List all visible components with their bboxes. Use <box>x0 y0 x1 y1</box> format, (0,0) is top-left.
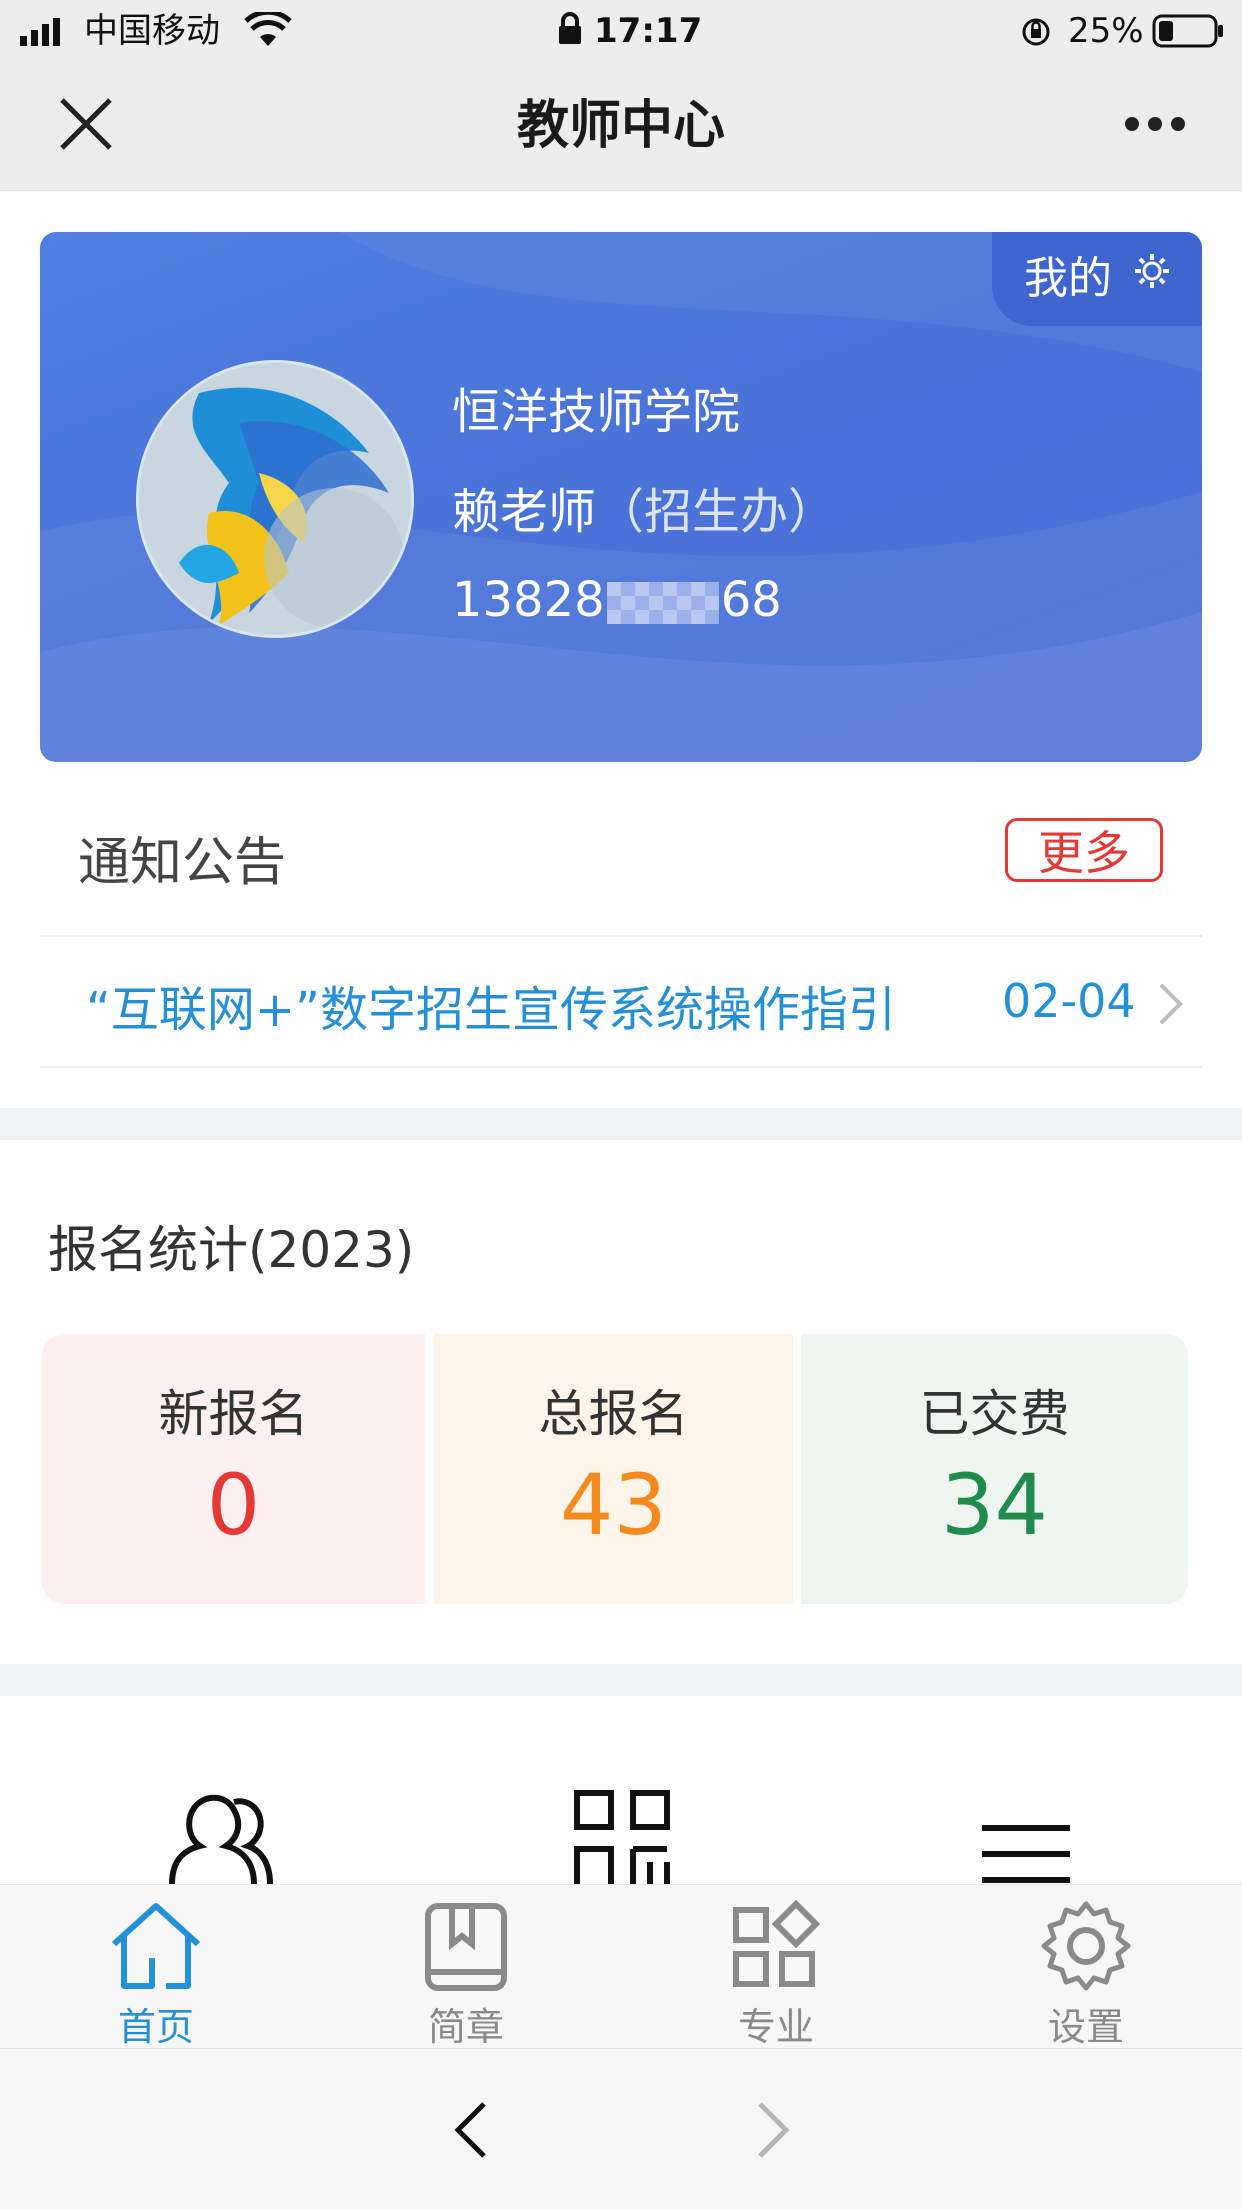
phone-prefix: 13828 <box>452 572 605 628</box>
tab-home[interactable]: 首页 <box>76 1900 236 2051</box>
tab-majors[interactable]: 专业 <box>696 1899 856 2051</box>
menu-list-icon[interactable] <box>980 1824 1072 1888</box>
rotation-lock-icon <box>1020 16 1052 52</box>
notice-section-title: 通知公告 <box>78 833 287 893</box>
stats-section-title: 报名统计(2023) <box>48 1221 415 1279</box>
avatar[interactable] <box>136 360 414 638</box>
battery-icon <box>1152 14 1224 52</box>
profile-card: 我的 恒洋技师学院 赖老师（招生办） 13828 68 <box>40 232 1202 762</box>
chevron-right-icon <box>1158 982 1184 1030</box>
home-icon <box>111 1903 201 1989</box>
section-gap <box>0 1664 1242 1696</box>
stat-label: 总报名 <box>538 1385 689 1443</box>
signal-icon <box>20 18 66 50</box>
users-icon[interactable] <box>164 1790 274 1894</box>
notice-item-date: 02-04 <box>1002 974 1136 1028</box>
tab-settings[interactable]: 设置 <box>1006 1900 1166 2051</box>
carrier-label: 中国移动 <box>84 11 220 51</box>
teacher-line: 赖老师（招生办） <box>452 472 836 542</box>
battery-percent: 25% <box>1068 11 1144 51</box>
stat-label: 新报名 <box>158 1385 309 1443</box>
settings-gear-icon <box>1041 1901 1131 1991</box>
phone-number: 13828 68 <box>452 572 782 628</box>
page-title: 教师中心 <box>516 96 725 156</box>
section-gap <box>0 1108 1242 1140</box>
stat-value: 0 <box>206 1456 261 1554</box>
mine-label: 我的 <box>1024 253 1112 304</box>
clock: 17:17 <box>594 11 703 51</box>
phone-suffix: 68 <box>720 572 782 628</box>
qr-code-icon[interactable] <box>574 1790 670 1894</box>
tab-label: 首页 <box>117 2005 194 2049</box>
tab-label: 专业 <box>737 2005 814 2049</box>
stat-box-paid[interactable]: 已交费 34 <box>801 1334 1188 1604</box>
stat-box-total[interactable]: 总报名 43 <box>434 1334 793 1604</box>
divider <box>40 1066 1202 1068</box>
gear-icon <box>1132 232 1172 324</box>
stat-value: 34 <box>941 1456 1048 1554</box>
more-options-icon[interactable] <box>1124 116 1186 136</box>
tab-label: 简章 <box>427 2005 504 2049</box>
phone-mask <box>606 582 719 624</box>
stat-label: 已交费 <box>919 1385 1070 1443</box>
notice-more-button[interactable]: 更多 <box>1005 818 1163 882</box>
stat-box-new[interactable]: 新报名 0 <box>42 1334 425 1604</box>
stat-value: 43 <box>560 1456 667 1554</box>
teacher-name: 赖老师 <box>452 484 597 540</box>
browser-toolbar <box>0 2048 1242 2209</box>
school-name: 恒洋技师学院 <box>452 384 741 440</box>
mine-button[interactable]: 我的 <box>992 232 1202 326</box>
wifi-icon <box>244 9 292 52</box>
apps-grid-icon <box>733 1899 821 1987</box>
notice-item-title[interactable]: “互联网+”数字招生宣传系统操作指引 <box>86 970 896 1040</box>
back-arrow-icon[interactable] <box>452 2100 488 2164</box>
book-icon <box>425 1903 507 1991</box>
forward-arrow-icon[interactable] <box>756 2100 792 2164</box>
tab-label: 设置 <box>1047 2005 1124 2049</box>
lock-icon <box>557 12 583 50</box>
teacher-department: （招生办） <box>596 484 837 540</box>
tab-brochure[interactable]: 简章 <box>386 1900 546 2051</box>
